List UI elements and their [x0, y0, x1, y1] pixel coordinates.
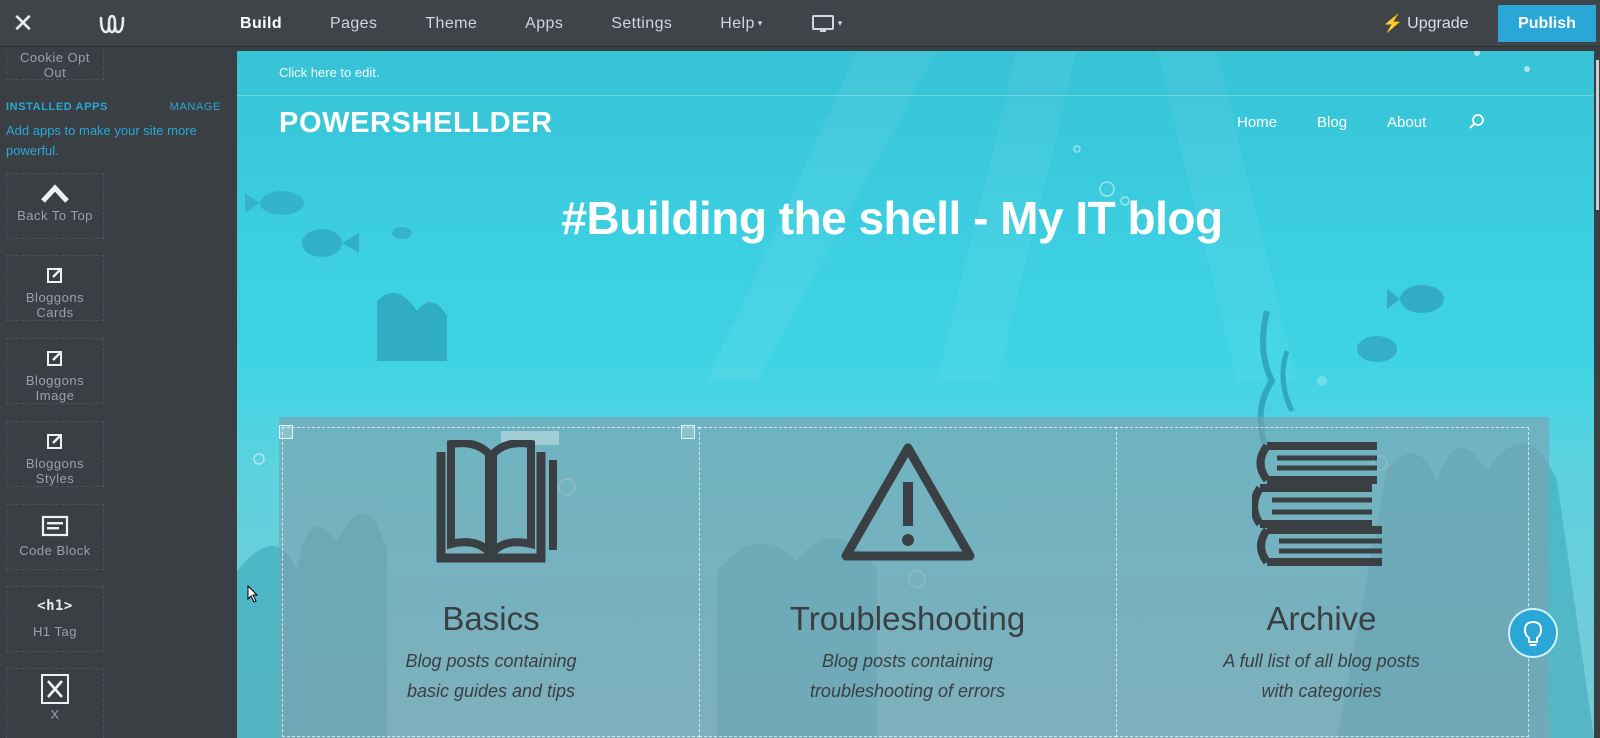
app-tile-bloggons-image[interactable]: Bloggons Image: [6, 338, 104, 404]
feature-description-line: A full list of all blog posts: [1223, 651, 1420, 671]
installed-apps-description: Add apps to make your site more powerful…: [6, 123, 197, 158]
site-nav: Home Blog About: [1237, 113, 1486, 131]
warning-triangle-icon: [841, 443, 974, 561]
nav-help[interactable]: Help ▾: [720, 15, 762, 33]
feature-description: Blog posts containing troubleshooting of…: [699, 646, 1116, 706]
app-tile-code-block[interactable]: Code Block: [6, 504, 104, 570]
site-nav-blog[interactable]: Blog: [1317, 114, 1347, 131]
feature-description-line: troubleshooting of errors: [809, 681, 1006, 701]
nav-help-label: Help: [720, 14, 755, 32]
nav-settings[interactable]: Settings: [611, 15, 672, 33]
editor-main-nav: Build Pages Theme Apps Settings Help ▾ ▾: [240, 0, 891, 47]
app-tile-x[interactable]: X: [6, 668, 104, 738]
edit-icon: [47, 351, 62, 366]
help-tips-button[interactable]: [1508, 608, 1558, 658]
feature-description: A full list of all blog posts with categ…: [1115, 646, 1528, 706]
search-icon[interactable]: [1468, 113, 1486, 131]
nav-pages-label: Pages: [330, 14, 378, 32]
feature-column-archive[interactable]: Archive A full list of all blog posts wi…: [1115, 427, 1529, 737]
feature-description-line: Blog posts containing: [821, 651, 994, 671]
app-tile-label: Bloggons Cards: [25, 290, 85, 320]
device-preview-toggle[interactable]: ▾: [811, 14, 843, 34]
feature-title: Troubleshooting: [789, 600, 1026, 637]
editor-topbar: ✕ Build Pages Theme Apps Settings Help ▾ …: [0, 0, 1600, 47]
nav-pages[interactable]: Pages: [330, 15, 377, 33]
feature-title: Archive: [1266, 600, 1377, 637]
lightbulb-icon: [1523, 620, 1543, 646]
edit-icon: [47, 434, 62, 449]
mouse-cursor-icon: [247, 585, 259, 603]
weebly-logo-icon[interactable]: [98, 10, 126, 38]
feature-description-line: with categories: [1261, 681, 1382, 701]
x-box-icon: [41, 674, 69, 704]
open-book-icon: [436, 440, 557, 563]
upgrade-label: Upgrade: [1407, 14, 1469, 32]
installed-apps-section: INSTALLED APPS MANAGE Add apps to make y…: [6, 101, 221, 161]
feature-description: Blog posts containing basic guides and t…: [283, 646, 699, 706]
nav-apps[interactable]: Apps: [525, 15, 563, 33]
site-preview-canvas[interactable]: Click here to edit. POWERSHELLDER Home B…: [237, 51, 1594, 738]
site-nav-home[interactable]: Home: [1237, 114, 1277, 131]
h1-tag-icon: <h1>: [37, 598, 73, 614]
chevron-up-icon: [41, 184, 69, 203]
apps-sidebar: Cookie Opt Out INSTALLED APPS MANAGE Add…: [0, 48, 233, 738]
book-stack-icon: [1251, 442, 1382, 566]
caret-down-icon: ▾: [757, 18, 763, 28]
feature-description-line: basic guides and tips: [406, 681, 576, 701]
nav-settings-label: Settings: [611, 14, 673, 32]
nav-theme-label: Theme: [425, 14, 478, 32]
feature-column-basics[interactable]: Basics Blog posts containing basic guide…: [282, 427, 700, 737]
canvas-scrollbar-thumb[interactable]: [1596, 60, 1599, 210]
app-tile-cookie-opt-out[interactable]: Cookie Opt Out: [6, 48, 104, 80]
app-tile-label: Bloggons Styles: [25, 456, 85, 486]
manage-apps-link[interactable]: MANAGE: [170, 101, 221, 113]
app-tile-label: X: [50, 707, 60, 722]
app-tile-label: H1 Tag: [33, 624, 77, 639]
app-tile-h1-tag[interactable]: <h1> H1 Tag: [6, 586, 104, 652]
app-tile-label: Bloggons Image: [25, 373, 85, 403]
close-icon[interactable]: ✕: [8, 8, 38, 38]
site-nav-about[interactable]: About: [1387, 114, 1426, 131]
edit-icon: [47, 268, 62, 283]
caret-down-icon: ▾: [837, 18, 843, 28]
header-divider: [237, 95, 1594, 96]
feature-column-troubleshooting[interactable]: Troubleshooting Blog posts containing tr…: [699, 427, 1117, 737]
upgrade-button[interactable]: ⚡ Upgrade: [1382, 0, 1469, 47]
app-tile-bloggons-cards[interactable]: Bloggons Cards: [6, 255, 104, 321]
app-tile-label: Back To Top: [17, 208, 93, 223]
nav-build-label: Build: [240, 14, 282, 32]
features-panel[interactable]: Basics Blog posts containing basic guide…: [279, 417, 1549, 738]
app-tile-label: Cookie Opt Out: [19, 50, 91, 80]
lightning-bolt-icon: ⚡: [1382, 13, 1404, 33]
nav-apps-label: Apps: [525, 14, 564, 32]
desktop-monitor-icon: [811, 14, 834, 32]
nav-theme[interactable]: Theme: [425, 15, 477, 33]
app-tile-label: Code Block: [19, 543, 91, 558]
publish-button[interactable]: Publish: [1498, 5, 1596, 42]
nav-build[interactable]: Build: [240, 15, 282, 33]
app-tile-back-to-top[interactable]: Back To Top: [6, 173, 104, 239]
code-block-icon: [41, 515, 69, 537]
hero-title[interactable]: #Building the shell - My IT blog: [237, 191, 1547, 245]
site-title[interactable]: POWERSHELLDER: [279, 107, 553, 140]
feature-title: Basics: [442, 600, 540, 637]
feature-description-line: Blog posts containing: [405, 651, 577, 671]
app-tile-bloggons-styles[interactable]: Bloggons Styles: [6, 421, 104, 487]
click-to-edit-hint[interactable]: Click here to edit.: [279, 65, 379, 80]
